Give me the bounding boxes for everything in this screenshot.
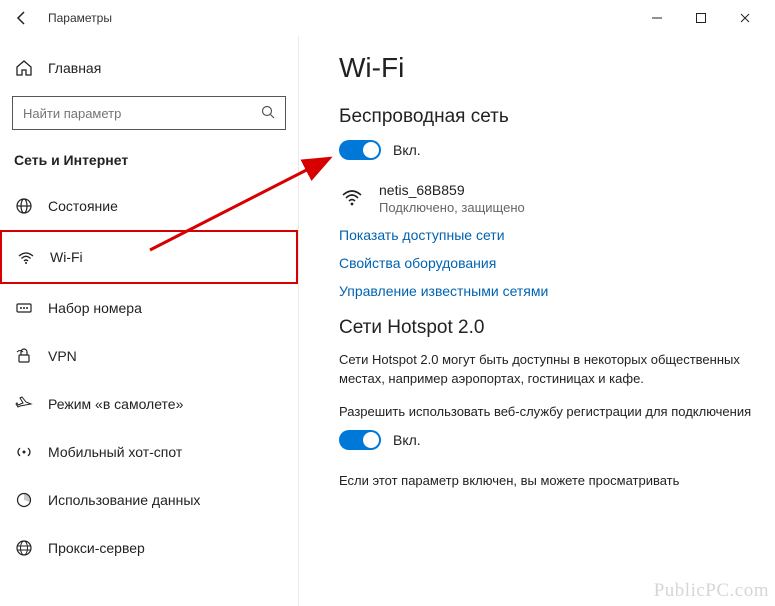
dialup-icon	[14, 298, 34, 318]
hotspot2-allow-label: Разрешить использовать веб-службу регист…	[339, 403, 759, 422]
current-network[interactable]: netis_68B859 Подключено, защищено	[339, 182, 763, 215]
page-title: Wi-Fi	[339, 52, 763, 84]
hotspot2-toggle[interactable]	[339, 430, 381, 450]
sidebar-item-proxy[interactable]: Прокси-сервер	[0, 524, 298, 572]
sidebar-item-label: Набор номера	[48, 300, 142, 316]
window-buttons	[635, 2, 767, 34]
hotspot2-toggle-label: Вкл.	[393, 432, 421, 448]
sidebar-item-label: Использование данных	[48, 492, 200, 508]
sidebar-item-label: Режим «в самолете»	[48, 396, 183, 412]
back-button[interactable]	[8, 4, 36, 32]
wifi-icon	[16, 247, 36, 267]
search-box[interactable]	[12, 96, 286, 130]
search-input[interactable]	[23, 106, 261, 121]
home-button[interactable]: Главная	[0, 48, 298, 88]
link-show-available[interactable]: Показать доступные сети	[339, 227, 763, 243]
hotspot2-desc: Сети Hotspot 2.0 могут быть доступны в н…	[339, 351, 759, 389]
titlebar: Параметры	[0, 0, 775, 36]
search-icon	[261, 105, 275, 122]
content-pane: Wi-Fi Беспроводная сеть Вкл. netis_68B85…	[298, 36, 775, 606]
sidebar-item-status[interactable]: Состояние	[0, 182, 298, 230]
home-icon	[14, 58, 34, 78]
proxy-icon	[14, 538, 34, 558]
sidebar-item-label: Wi-Fi	[50, 249, 83, 265]
wifi-toggle-row: Вкл.	[339, 140, 763, 160]
wifi-toggle-label: Вкл.	[393, 142, 421, 158]
link-hardware-props[interactable]: Свойства оборудования	[339, 255, 763, 271]
wifi-toggle[interactable]	[339, 140, 381, 160]
network-status: Подключено, защищено	[379, 200, 525, 215]
sidebar-item-dialup[interactable]: Набор номера	[0, 284, 298, 332]
vpn-icon	[14, 346, 34, 366]
sidebar: Главная Сеть и Интернет Состояние Wi-Fi	[0, 36, 298, 606]
sidebar-item-vpn[interactable]: VPN	[0, 332, 298, 380]
airplane-icon	[14, 394, 34, 414]
datausage-icon	[14, 490, 34, 510]
network-name: netis_68B859	[379, 182, 525, 198]
maximize-button[interactable]	[679, 2, 723, 34]
minimize-button[interactable]	[635, 2, 679, 34]
sidebar-item-label: Состояние	[48, 198, 118, 214]
sidebar-item-datausage[interactable]: Использование данных	[0, 476, 298, 524]
home-label: Главная	[48, 60, 101, 76]
sidebar-item-label: Прокси-сервер	[48, 540, 145, 556]
hotspot2-toggle-row: Вкл.	[339, 430, 763, 450]
wireless-heading: Беспроводная сеть	[339, 106, 763, 128]
globe-icon	[14, 196, 34, 216]
link-manage-known[interactable]: Управление известными сетями	[339, 283, 763, 299]
sidebar-item-hotspot[interactable]: Мобильный хот-спот	[0, 428, 298, 476]
nav-list: Состояние Wi-Fi Набор номера VPN	[0, 182, 298, 572]
hotspot2-heading: Сети Hotspot 2.0	[339, 317, 763, 339]
sidebar-item-label: VPN	[48, 348, 77, 364]
window-title: Параметры	[48, 11, 112, 25]
sidebar-item-label: Мобильный хот-спот	[48, 444, 182, 460]
wifi-signal-icon	[339, 184, 365, 210]
close-button[interactable]	[723, 2, 767, 34]
section-heading: Сеть и Интернет	[0, 146, 298, 182]
sidebar-item-wifi[interactable]: Wi-Fi	[0, 230, 298, 284]
hotspot-icon	[14, 442, 34, 462]
hotspot2-note: Если этот параметр включен, вы можете пр…	[339, 472, 759, 491]
sidebar-item-airplane[interactable]: Режим «в самолете»	[0, 380, 298, 428]
